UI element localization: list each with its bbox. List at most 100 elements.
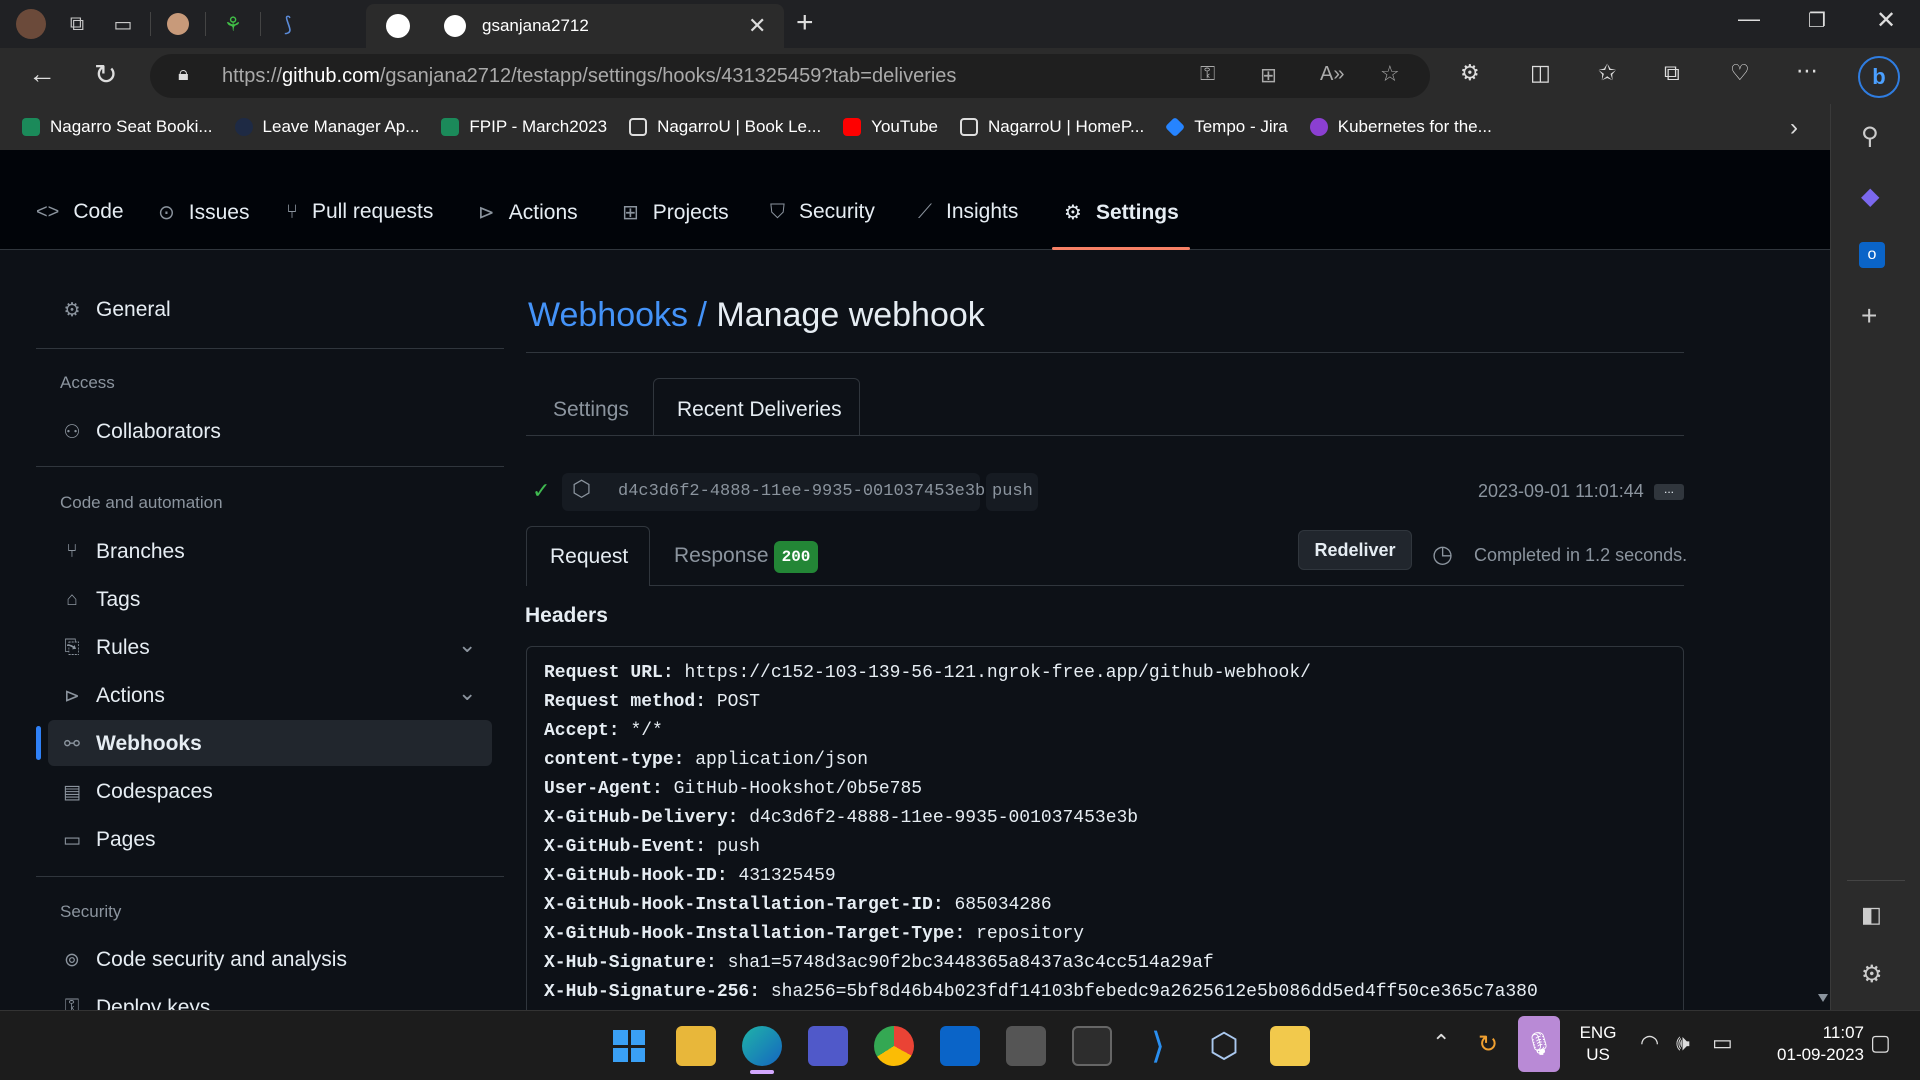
- chevron-down-icon[interactable]: ⌄: [458, 632, 476, 658]
- apps-icon[interactable]: ⊞: [1260, 63, 1277, 88]
- bing-copilot-icon[interactable]: b: [1858, 56, 1900, 98]
- bookmarks-chevron-right-icon[interactable]: ›: [1790, 114, 1798, 142]
- redeliver-button[interactable]: Redeliver: [1298, 530, 1412, 570]
- back-icon[interactable]: ←: [28, 58, 56, 90]
- sidebar-item-code-security[interactable]: ⊚ Code security and analysis: [60, 948, 347, 972]
- terminal-icon[interactable]: [1072, 1026, 1112, 1066]
- expand-delivery-button[interactable]: ...: [1654, 483, 1684, 500]
- bookmark-item[interactable]: YouTube: [843, 117, 938, 137]
- outlook-icon[interactable]: [940, 1026, 980, 1066]
- sidebar-item-actions[interactable]: ⊳ Actions: [60, 684, 165, 708]
- pinned-tab-swirl-icon[interactable]: ⟆: [269, 5, 307, 43]
- bookmark-label: Nagarro Seat Booki...: [50, 117, 213, 136]
- sidebar-item-rules[interactable]: ⎘ Rules: [60, 636, 149, 660]
- windows-start-icon[interactable]: [609, 1026, 649, 1066]
- battery-icon[interactable]: ▭: [1712, 1030, 1733, 1056]
- window-close-icon[interactable]: ✕: [1876, 6, 1896, 35]
- new-tab-icon[interactable]: +: [796, 6, 814, 40]
- split-screen-icon[interactable]: ◫: [1530, 60, 1551, 86]
- sidebar-item-general[interactable]: ⚙ General: [60, 298, 170, 322]
- outlook-icon[interactable]: o: [1859, 242, 1885, 268]
- tab-insights[interactable]: ⟋ Insights: [918, 200, 1018, 224]
- tab-response[interactable]: Response: [674, 544, 769, 568]
- repo-navigation: [0, 150, 1830, 250]
- header-value: push: [716, 837, 761, 857]
- refresh-icon[interactable]: ↻: [94, 58, 117, 91]
- wifi-icon[interactable]: ◠: [1640, 1030, 1659, 1056]
- pinned-tab-avatar-icon[interactable]: [159, 5, 197, 43]
- sidebar-item-collaborators[interactable]: ⚇ Collaborators: [60, 420, 220, 444]
- tab-settings-webhook[interactable]: Settings: [553, 398, 629, 422]
- edge-sidebar: ⚲ ◆ o + ◧ ⚙: [1830, 104, 1920, 1010]
- chrome-icon[interactable]: [874, 1026, 914, 1066]
- sidebar-item-tags[interactable]: ⌂ Tags: [60, 588, 140, 612]
- file-explorer-icon[interactable]: [676, 1026, 716, 1066]
- bookmark-item[interactable]: Kubernetes for the...: [1309, 117, 1492, 137]
- bookmark-item[interactable]: NagarroU | HomeP...: [959, 117, 1144, 137]
- active-browser-tab[interactable]: gsanjana2712 ✕: [366, 4, 784, 48]
- collections-icon[interactable]: ⧉: [1664, 60, 1680, 86]
- page-scrollbar[interactable]: [1816, 150, 1830, 1010]
- bookmark-item[interactable]: FPIP - March2023: [441, 117, 607, 137]
- header-line: Request URL: https://c152-103-139-56-121…: [544, 663, 1311, 683]
- pinned-tab-jfrog-icon[interactable]: ⚘: [214, 5, 252, 43]
- scroll-down-icon[interactable]: [1818, 994, 1828, 1002]
- tab-actions[interactable]: ⊳ Actions: [478, 200, 578, 225]
- bookmark-item[interactable]: Tempo - Jira: [1165, 116, 1288, 138]
- favorite-star-icon[interactable]: ☆: [1380, 61, 1400, 87]
- tray-chevron-up-icon[interactable]: ⌃: [1432, 1030, 1450, 1056]
- breadcrumb-webhooks-link[interactable]: Webhooks /: [528, 296, 707, 334]
- key-icon[interactable]: ⚿: [1200, 63, 1215, 86]
- tag-icon: ⌂: [66, 589, 78, 610]
- chevron-down-icon[interactable]: ⌄: [458, 680, 476, 706]
- region-code: US: [1586, 1045, 1610, 1064]
- sidebar-toggle-icon[interactable]: ◧: [1861, 902, 1882, 928]
- tab-actions-icon[interactable]: ▭: [104, 5, 142, 43]
- read-aloud-icon[interactable]: A»: [1320, 63, 1344, 86]
- profile-avatar-icon[interactable]: [12, 5, 50, 43]
- bookmark-item[interactable]: Nagarro Seat Booki...: [22, 117, 213, 137]
- volume-icon[interactable]: 🕪︎: [1676, 1030, 1690, 1056]
- sidebar-item-deploy-keys[interactable]: ⚿ Deploy keys: [60, 996, 211, 1010]
- header-line: X-GitHub-Hook-ID: 431325459: [544, 866, 836, 886]
- folder-app-icon[interactable]: [1270, 1026, 1310, 1066]
- bookmark-item[interactable]: Leave Manager Ap...: [234, 117, 419, 137]
- copilot-icon[interactable]: ◆: [1861, 182, 1879, 211]
- edge-browser-icon[interactable]: [742, 1026, 782, 1066]
- clock[interactable]: 11:07 01-09-2023: [1756, 1022, 1864, 1066]
- extensions-icon[interactable]: ⚙: [1460, 60, 1480, 86]
- tab-close-icon[interactable]: ✕: [748, 13, 766, 39]
- more-menu-icon[interactable]: ⋯: [1796, 58, 1818, 84]
- sync-icon[interactable]: ↻: [1478, 1030, 1498, 1059]
- health-icon[interactable]: ♡: [1730, 60, 1750, 86]
- header-value: GitHub-Hookshot/0b5e785: [673, 779, 923, 799]
- restore-icon[interactable]: ❐: [1808, 8, 1826, 33]
- settings-gear-icon[interactable]: ⚙: [1861, 960, 1883, 989]
- teams-icon[interactable]: [808, 1026, 848, 1066]
- address-bar[interactable]: 🔒︎ https://github.com/gsanjana2712/testa…: [150, 54, 1430, 98]
- vscode-icon[interactable]: ⟩: [1138, 1026, 1178, 1066]
- tab-issues[interactable]: ⊙ Issues: [158, 200, 249, 225]
- bookmark-item[interactable]: NagarroU | Book Le...: [629, 117, 821, 137]
- header-value: 685034286: [954, 895, 1052, 915]
- language-indicator[interactable]: ENG US: [1576, 1022, 1620, 1066]
- people-icon: ⚇: [63, 421, 81, 443]
- tab-projects[interactable]: ⊞ Projects: [622, 200, 729, 225]
- tab-settings[interactable]: ⚙ Settings: [1064, 200, 1179, 225]
- virtualbox-icon[interactable]: ⬡: [1204, 1026, 1244, 1066]
- notifications-icon[interactable]: ▢: [1870, 1030, 1891, 1056]
- sidebar-item-pages[interactable]: ▭ Pages: [60, 828, 156, 852]
- minimize-icon[interactable]: —: [1738, 6, 1760, 32]
- tab-security[interactable]: ⛉ Security: [770, 200, 875, 224]
- sidebar-item-webhooks[interactable]: ⚯ Webhooks: [60, 732, 202, 756]
- workspaces-icon[interactable]: ⧉: [58, 5, 96, 43]
- search-icon[interactable]: ⚲: [1861, 122, 1879, 151]
- sidebar-item-codespaces[interactable]: ▤ Codespaces: [60, 780, 213, 804]
- tab-code[interactable]: <> Code: [36, 200, 124, 224]
- add-icon[interactable]: +: [1861, 300, 1877, 332]
- tab-pull-requests[interactable]: ⑂ Pull requests: [286, 200, 433, 224]
- sidebar-item-branches[interactable]: ⑂ Branches: [60, 540, 184, 564]
- camera-icon[interactable]: [1006, 1026, 1046, 1066]
- favorites-icon[interactable]: ✩: [1598, 60, 1616, 86]
- microphone-icon[interactable]: 🎙︎: [1518, 1016, 1560, 1072]
